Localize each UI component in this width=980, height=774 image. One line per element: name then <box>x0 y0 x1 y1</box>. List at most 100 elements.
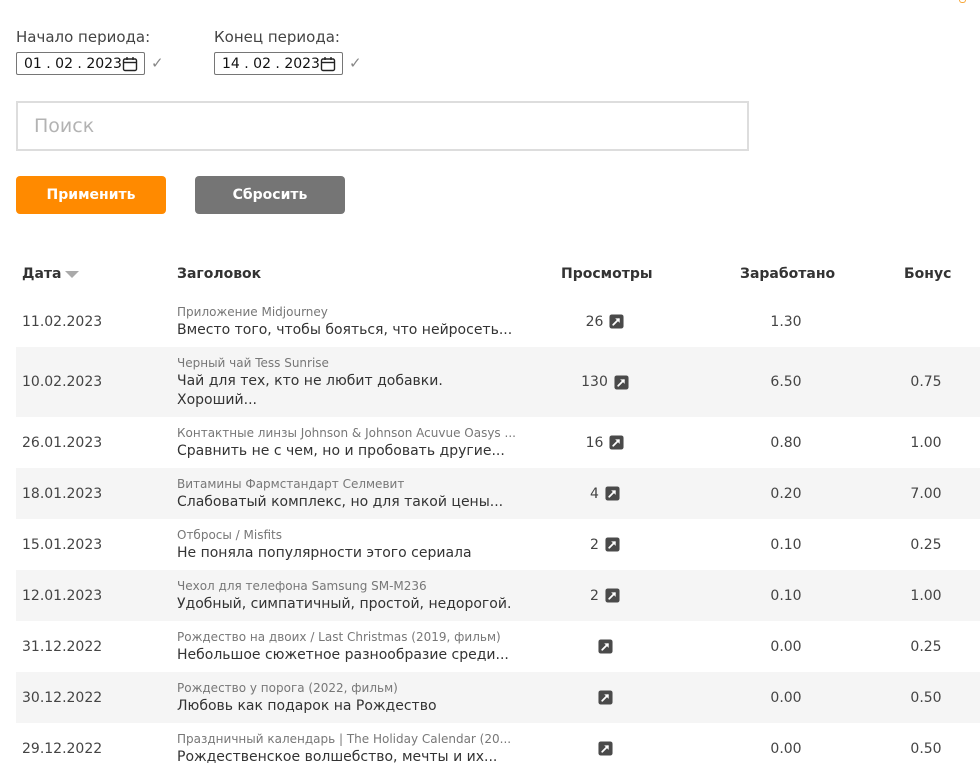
column-header-date[interactable]: Дата <box>22 265 80 283</box>
row-earned: 0.20 <box>770 485 802 502</box>
external-link-icon[interactable] <box>605 537 620 552</box>
external-link-icon[interactable] <box>605 588 620 603</box>
row-product-name[interactable]: Отбросы / Misfits <box>177 527 282 544</box>
row-earned: 0.00 <box>770 740 802 757</box>
row-product-name[interactable]: Черный чай Tess Sunrise <box>177 355 329 372</box>
table-row: 30.12.2022 Рождество у порога (2022, фил… <box>16 672 980 723</box>
row-title-cell: Приложение Midjourney Вместо того, чтобы… <box>177 296 517 347</box>
row-earned: 0.10 <box>770 536 802 553</box>
row-views-count: 130 <box>581 374 608 390</box>
row-bonus: 0.25 <box>910 638 942 655</box>
row-title-cell: Витамины Фармстандарт Селмевит Слабоваты… <box>177 468 517 519</box>
row-bonus: 0.75 <box>910 374 942 390</box>
row-review-title[interactable]: Вместо того, чтобы бояться, что нейросет… <box>177 321 512 340</box>
row-date: 29.12.2022 <box>22 740 103 757</box>
row-title-cell: Отбросы / Misfits Не поняла популярности… <box>177 519 517 570</box>
row-title-cell: Рождество на двоих / Last Christmas (201… <box>177 621 517 672</box>
row-date: 30.12.2022 <box>22 689 103 706</box>
row-title-cell: Черный чай Tess Sunrise Чай для тех, кто… <box>177 347 517 417</box>
row-views: 2 <box>550 570 660 621</box>
column-header-views: Просмотры <box>561 266 653 282</box>
row-product-name[interactable]: Праздничный календарь | The Holiday Cale… <box>177 731 511 748</box>
start-check-icon: ✓ <box>151 54 164 72</box>
table-row: 29.12.2022 Праздничный календарь | The H… <box>16 723 980 774</box>
row-product-name[interactable]: Контактные линзы Johnson & Johnson Acuvu… <box>177 425 516 442</box>
row-views: 16 <box>550 417 660 468</box>
row-title-cell: Контактные линзы Johnson & Johnson Acuvu… <box>177 417 517 468</box>
table-row: 15.01.2023 Отбросы / Misfits Не поняла п… <box>16 519 980 570</box>
row-earned: 6.50 <box>770 374 802 390</box>
search-box[interactable] <box>16 101 749 151</box>
row-views: 2 <box>550 519 660 570</box>
row-date: 11.02.2023 <box>22 313 103 330</box>
external-link-icon[interactable] <box>597 639 613 654</box>
calendar-icon[interactable] <box>122 56 138 72</box>
row-views <box>550 621 660 672</box>
row-views <box>550 723 660 774</box>
row-review-title[interactable]: Рождественское волшебство, мечты и их... <box>177 748 497 767</box>
end-date-input[interactable]: 14 . 02 . 2023 <box>214 52 343 75</box>
period-end: Конец периода: 14 . 02 . 2023 ✓ <box>214 27 362 75</box>
start-date-input[interactable]: 01 . 02 . 2023 <box>16 52 145 75</box>
sort-desc-icon[interactable] <box>65 271 80 278</box>
table-row: 26.01.2023 Контактные линзы Johnson & Jo… <box>16 417 980 468</box>
row-title-cell: Праздничный календарь | The Holiday Cale… <box>177 723 517 774</box>
row-product-name[interactable]: Приложение Midjourney <box>177 304 328 321</box>
row-product-name[interactable]: Чехол для телефона Samsung SM-M236 <box>177 578 427 595</box>
row-review-title[interactable]: Удобный, симпатичный, простой, недорогой… <box>177 595 511 614</box>
search-input[interactable] <box>34 115 731 137</box>
row-date: 31.12.2022 <box>22 638 103 655</box>
row-earned: 0.10 <box>770 587 802 604</box>
row-views-count: 16 <box>585 434 604 451</box>
row-bonus: 0.50 <box>910 740 942 757</box>
reset-button[interactable]: Сбросить <box>195 176 345 214</box>
row-review-title[interactable]: Небольшое сюжетное разнообразие среди... <box>177 646 509 665</box>
table-header: Дата Заголовок Просмотры Заработано Бону… <box>16 252 980 296</box>
end-check-icon: ✓ <box>349 54 362 72</box>
row-date: 26.01.2023 <box>22 434 103 451</box>
row-date: 10.02.2023 <box>22 374 103 390</box>
period-start-label: Начало периода: <box>16 28 151 46</box>
external-link-icon[interactable] <box>605 486 620 501</box>
row-product-name[interactable]: Рождество на двоих / Last Christmas (201… <box>177 629 501 646</box>
row-views-count: 4 <box>590 485 599 502</box>
row-bonus: 0.25 <box>910 536 942 553</box>
table-body: 11.02.2023 Приложение Midjourney Вместо … <box>16 296 980 774</box>
row-views-count: 2 <box>590 587 599 604</box>
table-row: 31.12.2022 Рождество на двоих / Last Chr… <box>16 621 980 672</box>
row-views-count: 2 <box>590 536 599 553</box>
row-product-name[interactable]: Рождество у порога (2022, фильм) <box>177 680 398 697</box>
row-views: 26 <box>550 296 660 347</box>
row-earned: 0.80 <box>770 434 802 451</box>
row-bonus: 1.00 <box>910 587 942 604</box>
row-date: 15.01.2023 <box>22 536 103 553</box>
period-end-label: Конец периода: <box>214 28 340 46</box>
row-date: 12.01.2023 <box>22 587 103 604</box>
start-date-value: 01 . 02 . 2023 <box>24 55 122 72</box>
table-row: 12.01.2023 Чехол для телефона Samsung SM… <box>16 570 980 621</box>
row-review-title[interactable]: Сравнить не с чем, но и пробовать другие… <box>177 442 505 461</box>
reviews-table: Дата Заголовок Просмотры Заработано Бону… <box>16 252 980 774</box>
row-title-cell: Чехол для телефона Samsung SM-M236 Удобн… <box>177 570 517 621</box>
row-views: 4 <box>550 468 660 519</box>
row-product-name[interactable]: Витамины Фармстандарт Селмевит <box>177 476 404 493</box>
external-link-icon[interactable] <box>614 374 629 390</box>
row-review-title[interactable]: Чай для тех, кто не любит добавки. Хорош… <box>177 372 517 410</box>
external-link-icon[interactable] <box>597 741 613 756</box>
apply-button[interactable]: Применить <box>16 176 166 214</box>
external-link-icon[interactable] <box>609 314 624 329</box>
table-row: 10.02.2023 Черный чай Tess Sunrise Чай д… <box>16 347 980 417</box>
external-link-icon[interactable] <box>597 690 613 705</box>
corner-decoration <box>959 0 966 3</box>
row-bonus: 0.50 <box>910 689 942 706</box>
row-bonus: 7.00 <box>910 485 942 502</box>
row-review-title[interactable]: Любовь как подарок на Рождество <box>177 697 437 716</box>
row-views: 130 <box>550 347 660 417</box>
row-views-count: 26 <box>585 313 604 330</box>
external-link-icon[interactable] <box>609 435 624 450</box>
table-row: 18.01.2023 Витамины Фармстандарт Селмеви… <box>16 468 980 519</box>
calendar-icon[interactable] <box>320 56 336 72</box>
row-date: 18.01.2023 <box>22 485 103 502</box>
row-review-title[interactable]: Не поняла популярности этого сериала <box>177 544 472 563</box>
row-review-title[interactable]: Слабоватый комплекс, но для такой цены..… <box>177 493 503 512</box>
